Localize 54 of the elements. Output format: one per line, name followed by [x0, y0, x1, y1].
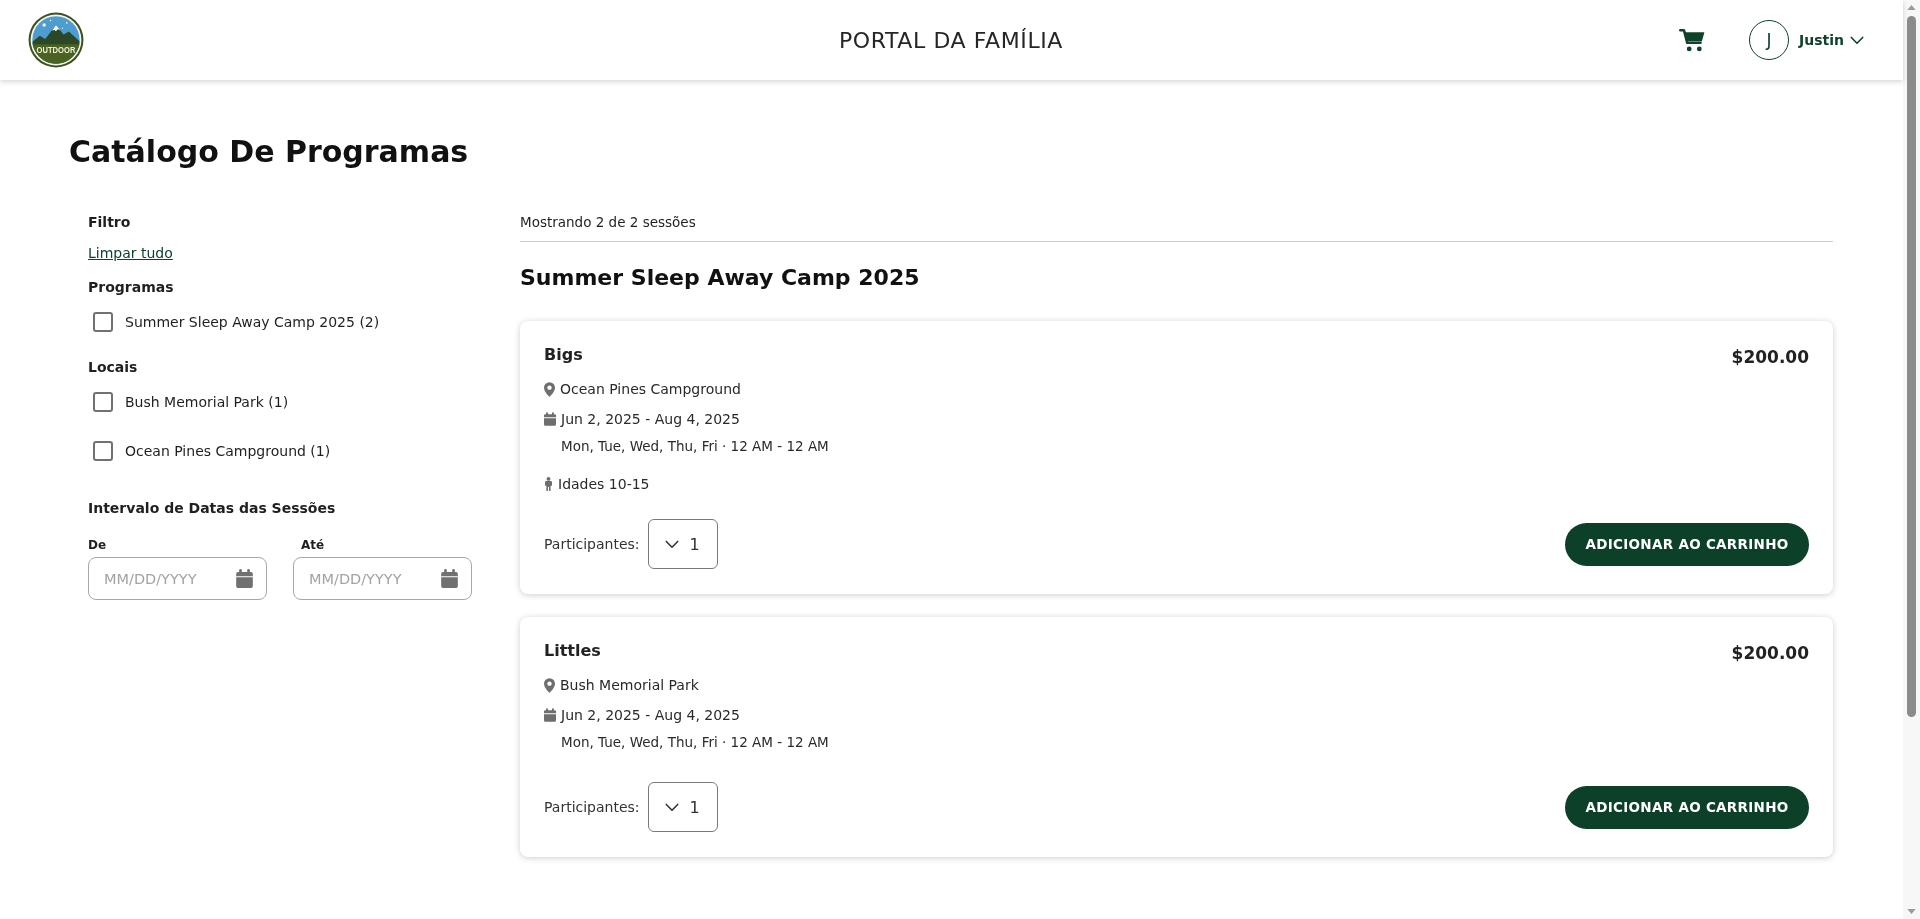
scrollbar-thumb[interactable] [1907, 16, 1916, 717]
cart-icon[interactable] [1679, 28, 1706, 52]
scroll-down-icon[interactable] [1907, 909, 1916, 914]
participants-select[interactable]: 1 [647, 519, 718, 569]
logo-drawing[interactable] [28, 12, 84, 68]
filter-group-heading: Locais [88, 358, 139, 377]
session-name: Littles [544, 640, 601, 662]
results-summary: Mostrando 2 de 2 sessões [520, 213, 697, 232]
portal-title: PORTAL DA FAMÍLIA [838, 27, 1063, 53]
scroll-up-icon[interactable] [1907, 5, 1916, 10]
program-title: Summer Sleep Away Camp 2025 [520, 264, 921, 292]
filter-heading: Filtro [88, 213, 132, 232]
date-field[interactable]: MM/DD/YYYY [293, 557, 472, 600]
scrollbar[interactable] [1903, 0, 1920, 919]
session-price: $200.00 [1731, 641, 1809, 664]
date-range-text: Jun 2, 2025 - Aug 4, 2025 [561, 410, 740, 429]
session-price: $200.00 [1731, 345, 1809, 368]
date-field[interactable]: MM/DD/YYYY [88, 557, 267, 600]
chevron-down-icon [1850, 35, 1864, 45]
calendar-icon[interactable] [236, 569, 253, 588]
map-pin-icon [544, 381, 555, 397]
participants-label: Participantes: [544, 799, 640, 815]
checkbox-label[interactable]: Ocean Pines Campground (1) [125, 441, 331, 461]
checkbox[interactable] [93, 392, 113, 412]
user-menu-button[interactable]: Justin [1799, 32, 1864, 48]
page-title: Catálogo De Programas [69, 134, 470, 170]
map-pin-icon [544, 677, 555, 693]
participants-label: Participantes: [544, 536, 640, 552]
filter-group-heading: Programas [88, 278, 175, 297]
session-name: Bigs [544, 344, 583, 366]
date-label: Até [300, 537, 326, 553]
date-range-heading: Intervalo de Datas das Sessões [88, 499, 337, 518]
location-text: Bush Memorial Park [560, 676, 699, 695]
chevron-down-icon [665, 539, 680, 549]
participants-select[interactable]: 1 [647, 782, 718, 832]
checkbox[interactable] [93, 441, 113, 461]
schedule-text: Mon, Tue, Wed, Thu, Fri · 12 AM - 12 AM [561, 438, 829, 454]
add-to-cart-button[interactable]: ADICIONAR AO CARRINHO [1565, 785, 1809, 829]
schedule-text: Mon, Tue, Wed, Thu, Fri · 12 AM - 12 AM [561, 734, 829, 750]
date-range-text: Jun 2, 2025 - Aug 4, 2025 [561, 706, 740, 725]
logo-text: OUTDOOR [36, 45, 84, 56]
person-icon [544, 477, 553, 491]
age-range-text: Idades 10-15 [558, 475, 650, 494]
checkbox-label[interactable]: Bush Memorial Park (1) [125, 392, 289, 412]
calendar-icon [544, 412, 556, 426]
location-text: Ocean Pines Campground [560, 380, 741, 399]
add-to-cart-button[interactable]: ADICIONAR AO CARRINHO [1565, 522, 1809, 566]
chevron-down-icon [665, 802, 680, 812]
calendar-icon[interactable] [441, 569, 458, 588]
clear-all-link[interactable]: Limpar tudo [88, 243, 173, 263]
checkbox-label[interactable]: Summer Sleep Away Camp 2025 (2) [125, 312, 380, 332]
checkbox[interactable] [93, 312, 113, 332]
calendar-icon [544, 708, 556, 722]
date-label: De [88, 537, 108, 553]
